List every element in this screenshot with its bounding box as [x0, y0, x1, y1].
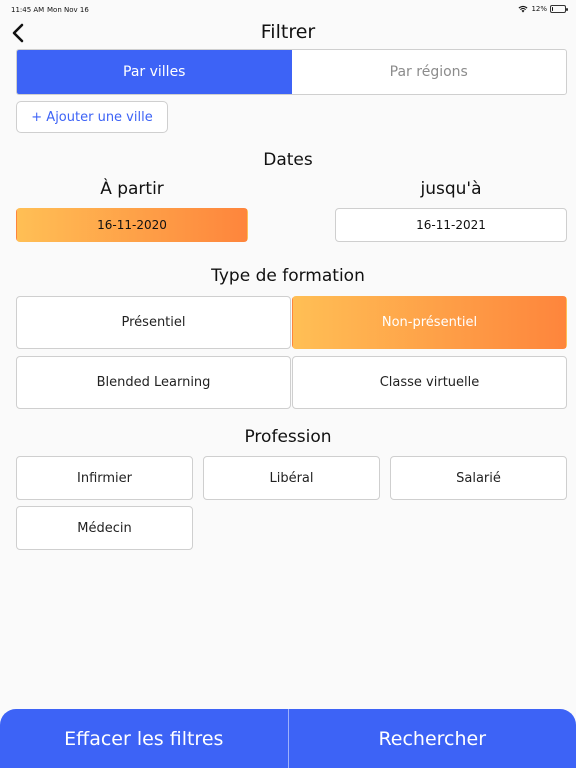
status-time: 11:45 AM — [11, 6, 45, 14]
from-date-field[interactable]: 16-11-2020 — [16, 208, 248, 242]
training-type-section-title: Type de formation — [211, 266, 365, 286]
profession-option-medecin[interactable]: Médecin — [16, 506, 193, 550]
tab-par-villes[interactable]: Par villes — [17, 50, 292, 94]
dates-section-title: Dates — [263, 150, 313, 170]
battery-percent: 12% — [531, 5, 547, 13]
page-title: Filtrer — [260, 21, 316, 43]
battery-icon — [550, 5, 568, 13]
to-date-field[interactable]: 16-11-2021 — [335, 208, 567, 242]
wifi-icon — [518, 5, 528, 13]
profession-option-infirmier[interactable]: Infirmier — [16, 456, 193, 500]
from-date-label: À partir — [100, 179, 164, 199]
training-option-classe-virtuelle[interactable]: Classe virtuelle — [292, 356, 567, 409]
clear-filters-button[interactable]: Effacer les filtres — [0, 709, 288, 768]
training-option-blended-learning[interactable]: Blended Learning — [16, 356, 291, 409]
profession-option-salarie[interactable]: Salarié — [390, 456, 567, 500]
tab-par-regions[interactable]: Par régions — [292, 50, 567, 94]
bottom-action-bar: Effacer les filtres Rechercher — [0, 709, 576, 768]
status-bar: 11:45 AM Mon Nov 16 12% — [0, 0, 576, 20]
search-button[interactable]: Rechercher — [289, 709, 576, 768]
profession-option-liberal[interactable]: Libéral — [203, 456, 380, 500]
filter-mode-segment: Par villes Par régions — [16, 49, 567, 95]
to-date-label: jusqu'à — [420, 179, 482, 199]
filter-screen: 11:45 AM Mon Nov 16 12% Filtrer Par vill… — [0, 0, 576, 768]
battery-fill — [552, 7, 553, 11]
status-date: Mon Nov 16 — [47, 6, 89, 14]
add-city-button[interactable]: + Ajouter une ville — [16, 101, 168, 133]
profession-section-title: Profession — [244, 427, 332, 447]
training-option-non-presentiel[interactable]: Non-présentiel — [292, 296, 567, 349]
status-right: 12% — [518, 5, 568, 13]
training-option-presentiel[interactable]: Présentiel — [16, 296, 291, 349]
